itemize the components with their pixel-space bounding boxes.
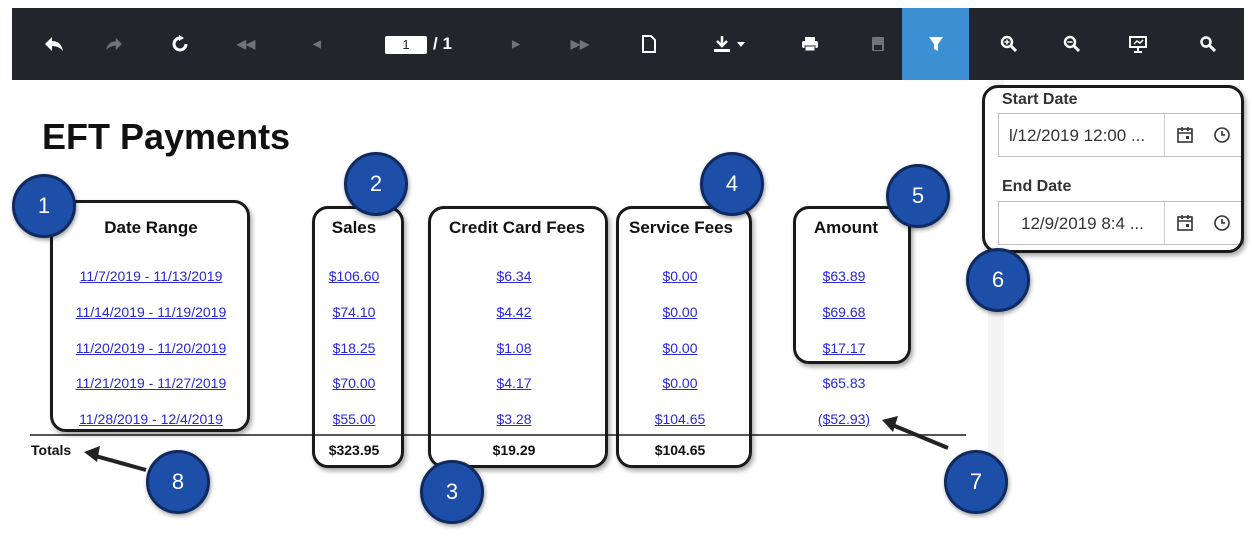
highlight-service-fees <box>616 206 752 468</box>
table-row-amount[interactable]: ($52.93) <box>804 411 884 427</box>
back-icon[interactable] <box>34 8 74 80</box>
table-row-amount: $65.83 <box>822 375 866 391</box>
zoom-out-icon[interactable] <box>1052 8 1092 80</box>
highlight-date-range <box>50 200 250 432</box>
save-icon[interactable] <box>858 8 898 80</box>
highlight-credit-card-fees <box>428 206 608 468</box>
page-total: / 1 <box>433 34 452 53</box>
previous-page-icon[interactable]: ◀ <box>297 8 337 80</box>
page-number-input[interactable]: 1 <box>385 36 427 54</box>
annotation-badge-3: 3 <box>420 460 484 524</box>
presentation-icon[interactable] <box>1118 8 1158 80</box>
next-page-icon[interactable]: ▶ <box>496 8 536 80</box>
refresh-icon[interactable] <box>160 8 200 80</box>
print-icon[interactable] <box>790 8 830 80</box>
annotation-badge-7: 7 <box>944 450 1008 514</box>
annotation-badge-8: 8 <box>146 450 210 514</box>
annotation-badge-2: 2 <box>344 152 408 216</box>
download-icon[interactable] <box>700 8 760 80</box>
first-page-icon[interactable]: ◀◀ <box>226 8 266 80</box>
annotation-badge-5: 5 <box>886 164 950 228</box>
last-page-icon[interactable]: ▶▶ <box>560 8 600 80</box>
forward-icon[interactable] <box>94 8 134 80</box>
report-toolbar: ◀◀ ◀ 1 / 1 ▶ ▶▶ <box>12 8 1244 80</box>
totals-label: Totals <box>31 442 72 458</box>
zoom-in-icon[interactable] <box>989 8 1029 80</box>
highlight-sales <box>312 206 404 468</box>
highlight-amount <box>793 206 911 364</box>
highlight-date-parameters <box>982 85 1244 253</box>
annotation-badge-6: 6 <box>966 248 1030 312</box>
search-icon[interactable] <box>1188 8 1228 80</box>
annotation-badge-1: 1 <box>12 174 76 238</box>
document-icon[interactable] <box>629 8 669 80</box>
report-title: EFT Payments <box>42 116 291 157</box>
filter-icon[interactable] <box>902 8 969 80</box>
annotation-badge-4: 4 <box>700 152 764 216</box>
